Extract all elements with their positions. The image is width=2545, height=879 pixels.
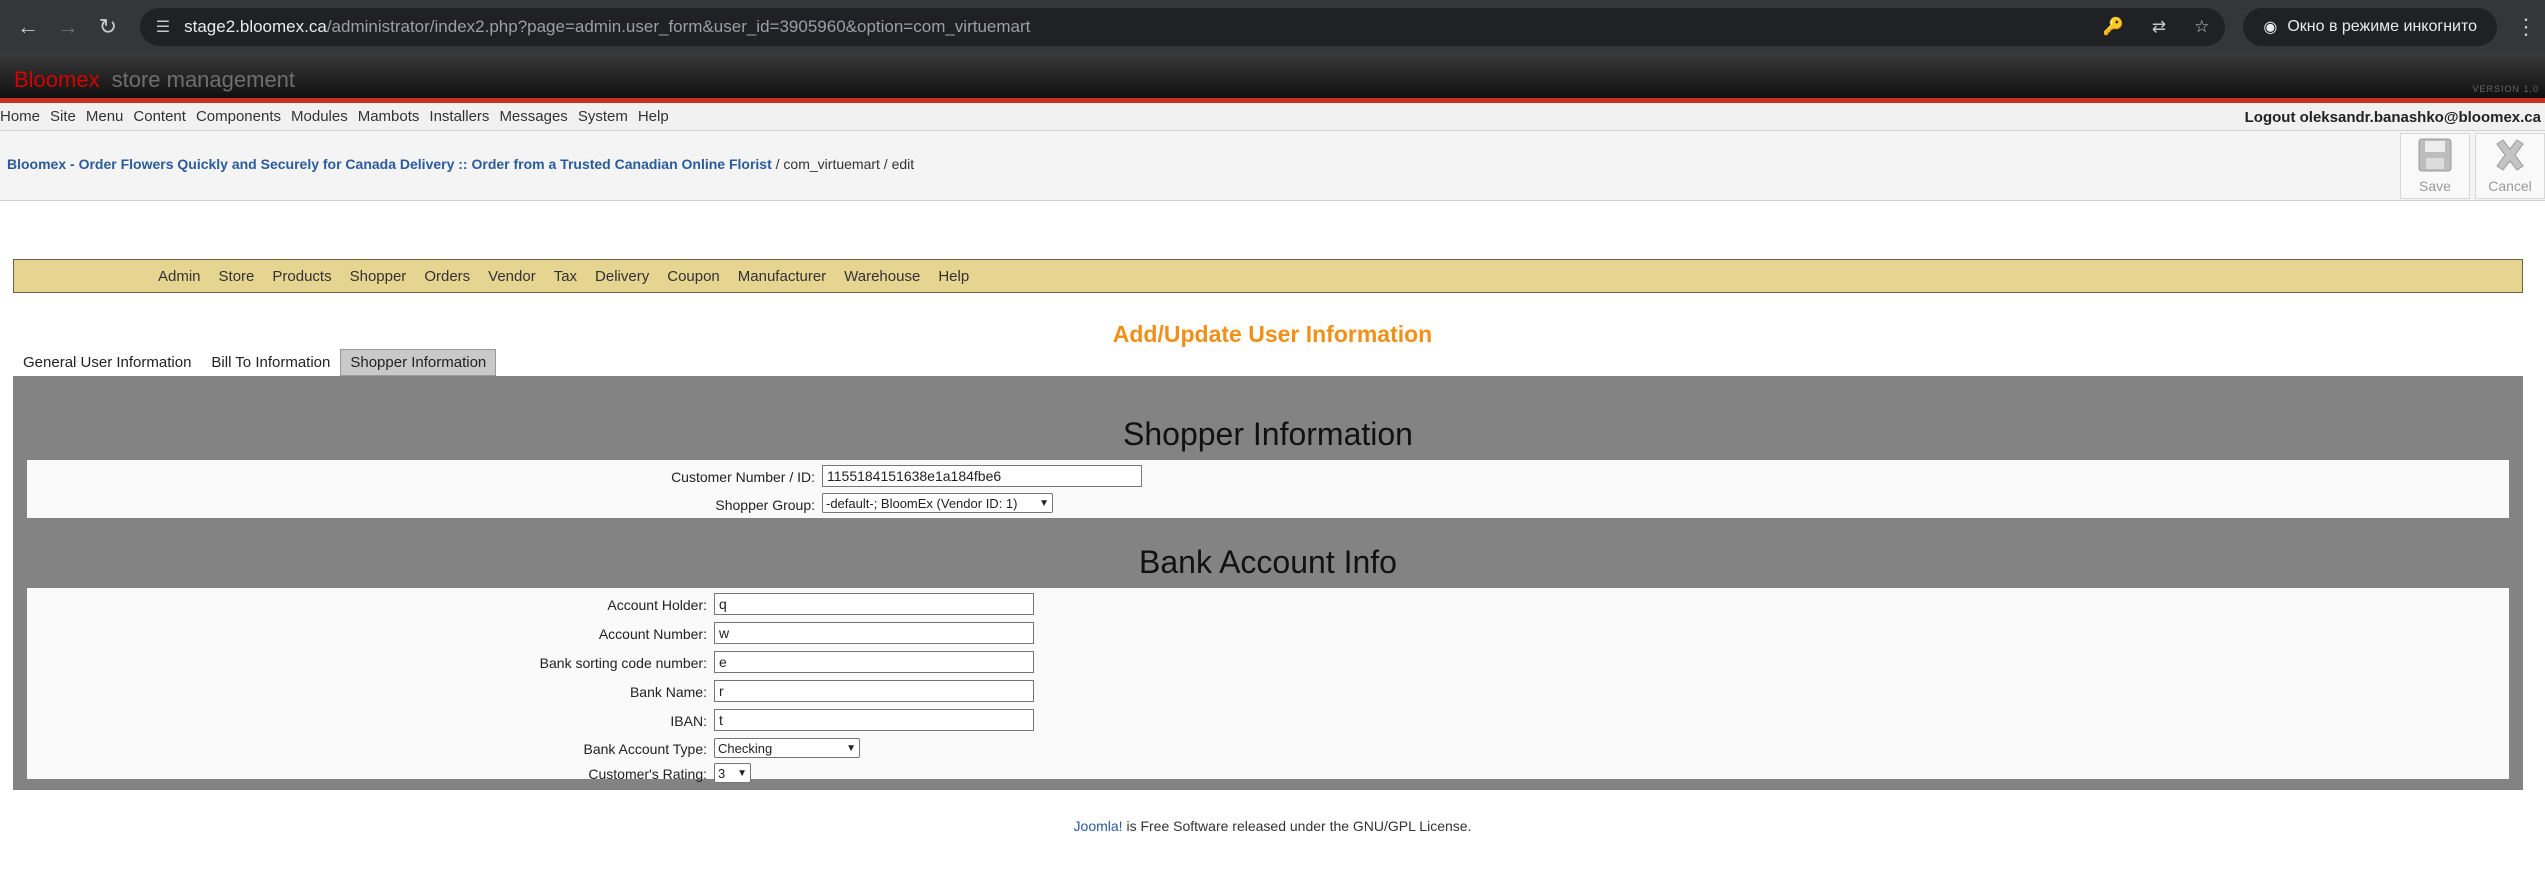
bank-account-type-label: Bank Account Type:: [583, 741, 708, 757]
admin-header: Bloomex store management VERSION 1.0: [0, 53, 2545, 103]
vm-menu-item-store[interactable]: Store: [210, 268, 264, 285]
top-menu-item-components[interactable]: Components: [196, 108, 291, 125]
top-menu-item-menu[interactable]: Menu: [86, 108, 134, 125]
top-menu-item-content[interactable]: Content: [133, 108, 196, 125]
vm-menu-item-shopper[interactable]: Shopper: [341, 268, 416, 285]
back-icon[interactable]: ←: [8, 7, 48, 47]
top-menu-item-home[interactable]: Home: [0, 108, 50, 125]
top-menu-item-system[interactable]: System: [578, 108, 638, 125]
floppy-icon: [2418, 138, 2452, 172]
version-label: VERSION 1.0: [2472, 84, 2539, 94]
bank-form: Account Holder: q Account Number: w Bank…: [27, 588, 2509, 783]
customer-rating-select[interactable]: 3 ▼: [714, 763, 751, 783]
vm-menu-item-help[interactable]: Help: [929, 268, 978, 285]
address-bar[interactable]: ☰ stage2.bloomex.ca/administrator/index2…: [139, 7, 2226, 46]
incognito-icon: ◉: [2263, 18, 2278, 36]
bank-sorting-code-label: Bank sorting code number:: [539, 655, 707, 671]
top-menu: Home Site Menu Content Components Modules Mamb…: [0, 103, 2545, 131]
incognito-indicator[interactable]: ◉ Окно в режиме инкогнито: [2243, 7, 2498, 46]
account-holder-input[interactable]: q: [714, 593, 1034, 615]
star-icon[interactable]: ☆: [2194, 17, 2209, 37]
top-menu-item-help[interactable]: Help: [638, 108, 679, 125]
iban-input[interactable]: t: [714, 709, 1034, 731]
tab-panel: Shopper Information Customer Number / ID…: [13, 376, 2523, 790]
bank-sorting-code-input[interactable]: e: [714, 651, 1034, 673]
shopper-section-title: Shopper Information: [1123, 416, 1413, 452]
chevron-down-icon: ▼: [737, 767, 747, 779]
site-info-icon[interactable]: ☰: [156, 17, 170, 37]
key-icon[interactable]: 🔑: [2103, 17, 2124, 37]
account-number-input[interactable]: w: [714, 622, 1034, 644]
cancel-x-icon: [2496, 139, 2524, 171]
toolbar: Save Cancel: [2395, 133, 2545, 199]
tab-shopper-information[interactable]: Shopper Information: [340, 349, 497, 376]
breadcrumb-site-link[interactable]: Bloomex - Order Flowers Quickly and Secu…: [7, 156, 772, 172]
translate-icon[interactable]: ⇄: [2152, 17, 2166, 37]
bank-account-type-select[interactable]: Checking ▼: [714, 738, 860, 758]
vm-menu-item-orders[interactable]: Orders: [415, 268, 479, 285]
top-menu-item-installers[interactable]: Installers: [429, 108, 499, 125]
logout-link[interactable]: Logout oleksandr.banashko@bloomex.ca: [2245, 109, 2541, 126]
breadcrumb: Bloomex - Order Flowers Quickly and Secu…: [7, 156, 915, 172]
reload-icon[interactable]: ↻: [88, 7, 128, 47]
footer: Joomla! is Free Software released under …: [1073, 818, 1472, 834]
vm-menu-item-manufacturer[interactable]: Manufacturer: [729, 268, 835, 285]
browser-menu-icon[interactable]: ⋮: [2515, 14, 2537, 40]
iban-label: IBAN:: [670, 713, 707, 729]
joomla-link[interactable]: Joomla!: [1074, 818, 1123, 834]
save-button[interactable]: Save: [2400, 133, 2470, 199]
vm-menu-item-delivery[interactable]: Delivery: [586, 268, 658, 285]
bank-name-input[interactable]: r: [714, 680, 1034, 702]
cancel-button[interactable]: Cancel: [2475, 133, 2545, 199]
brand-logo: Bloomex store management: [14, 67, 296, 92]
shopper-form: Customer Number / ID: 1155184151638e1a18…: [27, 460, 2509, 518]
page-title: Add/Update User Information: [1112, 321, 1433, 347]
forward-icon[interactable]: →: [48, 7, 88, 47]
vm-menu-item-products[interactable]: Products: [263, 268, 340, 285]
top-menu-item-modules[interactable]: Modules: [291, 108, 358, 125]
incognito-label: Окно в режиме инкогнито: [2287, 17, 2478, 35]
pathway-bar: Bloomex - Order Flowers Quickly and Secu…: [0, 131, 2545, 201]
chevron-down-icon: ▼: [846, 742, 856, 754]
vm-menu-item-admin[interactable]: Admin: [149, 268, 210, 285]
tab-bill-to-information[interactable]: Bill To Information: [201, 349, 341, 376]
vm-menu-item-tax[interactable]: Tax: [545, 268, 586, 285]
account-number-label: Account Number:: [598, 626, 707, 642]
vm-menu-item-warehouse[interactable]: Warehouse: [835, 268, 929, 285]
virtuemart-menu: Admin Store Products Shopper Orders Vendor Tax…: [13, 259, 2523, 293]
account-holder-label: Account Holder:: [607, 597, 707, 613]
customer-rating-label: Customer's Rating:: [588, 766, 707, 782]
customer-number-label: Customer Number / ID:: [671, 469, 815, 485]
chevron-down-icon: ▼: [1039, 497, 1049, 509]
tab-general-user-information[interactable]: General User Information: [13, 349, 202, 376]
vm-menu-item-vendor[interactable]: Vendor: [479, 268, 545, 285]
tab-bar: General User Information Bill To Informa…: [13, 349, 497, 376]
top-menu-item-messages[interactable]: Messages: [499, 108, 577, 125]
browser-toolbar: ← → ↻ ☰ stage2.bloomex.ca/administrator/…: [0, 0, 2545, 53]
url-text: stage2.bloomex.ca/administrator/index2.p…: [184, 16, 1031, 36]
bank-section-title: Bank Account Info: [1139, 544, 1397, 580]
shopper-group-select[interactable]: -default-; BloomEx (Vendor ID: 1) ▼: [822, 493, 1053, 513]
bank-name-label: Bank Name:: [629, 684, 707, 700]
customer-number-input[interactable]: 1155184151638e1a184fbe6: [822, 465, 1142, 487]
vm-menu-item-coupon[interactable]: Coupon: [658, 268, 729, 285]
top-menu-item-site[interactable]: Site: [50, 108, 86, 125]
shopper-group-label: Shopper Group:: [715, 497, 815, 513]
top-menu-item-mambots[interactable]: Mambots: [358, 108, 430, 125]
